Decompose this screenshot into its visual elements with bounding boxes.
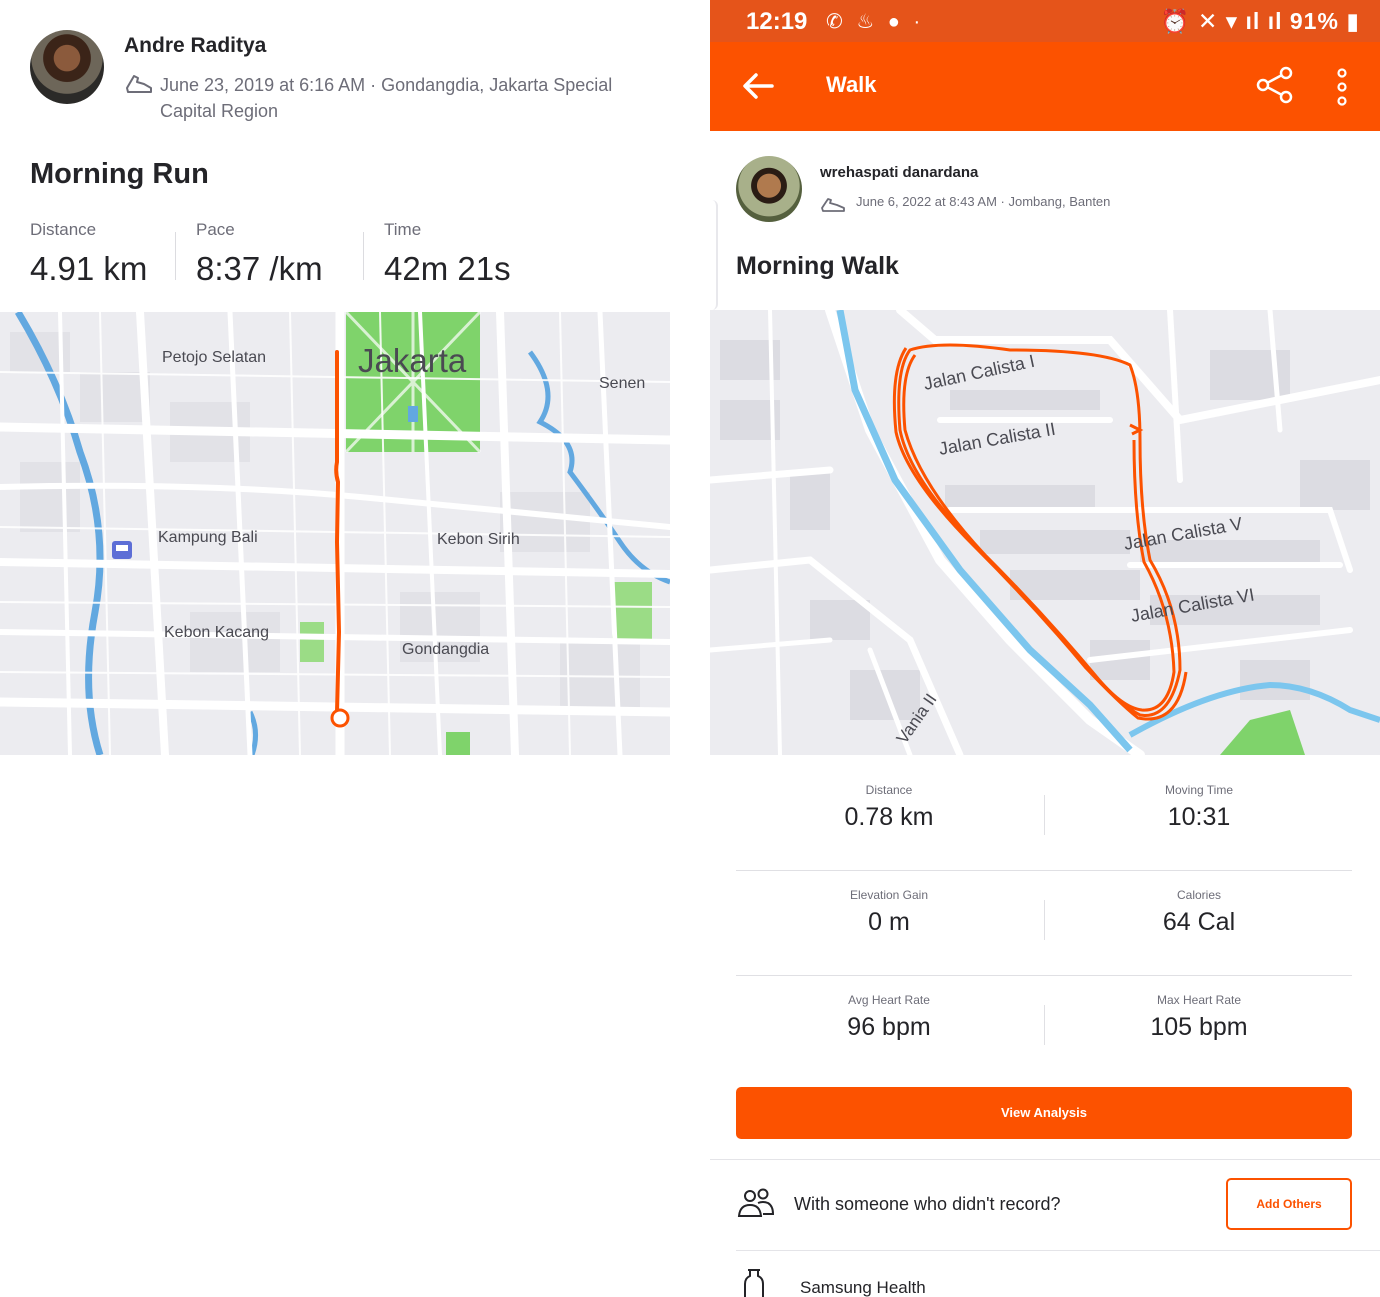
stat-value: 0 m xyxy=(868,908,910,936)
section-divider xyxy=(710,1159,1380,1160)
map-label-petojo: Petojo Selatan xyxy=(162,349,266,366)
stat-value: 105 bpm xyxy=(1150,1013,1248,1041)
stat-label: Time xyxy=(384,220,422,239)
stat-row-divider xyxy=(736,975,1352,976)
people-icon xyxy=(737,1188,775,1217)
battery-level: 91% xyxy=(1289,8,1339,34)
route-map[interactable]: Jalan Calista I Jalan Calista II Jalan C… xyxy=(710,310,1380,755)
share-icon[interactable] xyxy=(1254,64,1296,106)
stat-value: 42m 21s xyxy=(384,250,511,287)
stat-distance: Distance 0.78 km xyxy=(734,783,1044,832)
app-bar-title: Walk xyxy=(826,72,877,97)
more-options-icon[interactable] xyxy=(1330,66,1354,108)
activity-title: Morning Walk xyxy=(736,252,899,280)
left-activity-card: Andre Raditya June 23, 2019 at 6:16 AM ·… xyxy=(0,0,670,755)
stat-value: 96 bpm xyxy=(847,1013,931,1041)
stat-distance: Distance 4.91 km xyxy=(30,220,147,288)
back-arrow-icon[interactable] xyxy=(740,70,776,102)
athlete-name[interactable]: wrehaspati danardana xyxy=(820,164,978,181)
stat-avg-heart-rate: Avg Heart Rate 96 bpm xyxy=(734,993,1044,1042)
activity-title: Morning Run xyxy=(30,158,209,190)
avatar[interactable] xyxy=(736,156,802,222)
stat-time: Time 42m 21s xyxy=(384,220,511,288)
stat-max-heart-rate: Max Heart Rate 105 bpm xyxy=(1044,993,1354,1042)
stat-label: Moving Time xyxy=(1164,783,1234,797)
notification-icons: ✆ ♨ ● · xyxy=(826,11,925,33)
map-label-senen: Senen xyxy=(599,375,645,392)
stat-label: Max Heart Rate xyxy=(1156,993,1242,1007)
stat-elevation-gain: Elevation Gain 0 m xyxy=(734,888,1044,937)
map-label-gondangdia: Gondangdia xyxy=(402,641,489,658)
section-divider xyxy=(736,1250,1380,1251)
route-map[interactable]: Petojo Selatan Jakarta Senen Kampung Bal… xyxy=(0,312,670,755)
add-others-button[interactable]: Add Others xyxy=(1226,1178,1352,1230)
stat-pace: Pace 8:37 /km xyxy=(196,220,323,288)
app-bar: Walk xyxy=(710,42,1380,131)
card-edge xyxy=(710,200,718,310)
stat-label: Calories xyxy=(1176,888,1221,902)
stat-value: 64 Cal xyxy=(1162,908,1236,936)
map-label-kampung-bali: Kampung Bali xyxy=(158,529,258,546)
avatar[interactable] xyxy=(30,30,104,104)
right-activity-screen: 12:19 ✆ ♨ ● · ⏰ ✕ ▾ ıl ıl 91% ▮ Walk wre… xyxy=(710,0,1380,1297)
status-time: 12:19 xyxy=(746,8,808,35)
stat-value: 8:37 /km xyxy=(196,250,323,287)
stat-value: 10:31 xyxy=(1167,803,1231,831)
status-bar: 12:19 ✆ ♨ ● · ⏰ ✕ ▾ ıl ıl 91% ▮ xyxy=(710,0,1380,42)
stat-row-divider xyxy=(736,870,1352,871)
map-label-kebon-sirih: Kebon Sirih xyxy=(437,531,520,548)
stat-divider xyxy=(175,232,176,280)
athlete-name[interactable]: Andre Raditya xyxy=(124,34,266,58)
running-shoe-icon xyxy=(126,75,152,93)
stat-label: Distance xyxy=(865,783,913,797)
activity-meta: June 23, 2019 at 6:16 AM · Gondangdia, J… xyxy=(160,75,613,121)
samsung-health-icon xyxy=(744,1269,764,1297)
samsung-health-label[interactable]: Samsung Health xyxy=(800,1278,926,1297)
stat-label: Elevation Gain xyxy=(849,888,929,902)
stat-label: Avg Heart Rate xyxy=(848,993,930,1007)
stat-moving-time: Moving Time 10:31 xyxy=(1044,783,1354,832)
status-right: ⏰ ✕ ▾ ıl ıl 91% ▮ xyxy=(1161,8,1360,35)
view-analysis-button[interactable]: View Analysis xyxy=(736,1087,1352,1139)
stat-calories: Calories 64 Cal xyxy=(1044,888,1354,937)
battery-icon: ▮ xyxy=(1346,8,1360,34)
with-someone-prompt: With someone who didn't record? xyxy=(794,1194,1061,1214)
activity-meta: June 6, 2022 at 8:43 AM · Jombang, Bante… xyxy=(856,194,1111,209)
stat-divider xyxy=(363,232,364,280)
map-label-city: Jakarta xyxy=(358,342,467,379)
stat-value: 0.78 km xyxy=(844,803,934,831)
stat-label: Pace xyxy=(196,220,235,239)
signal-icon: ⏰ ✕ ▾ ıl ıl xyxy=(1160,8,1290,34)
stat-value: 4.91 km xyxy=(30,250,148,287)
walking-shoe-icon xyxy=(821,198,845,212)
map-label-kebon-kacang: Kebon Kacang xyxy=(164,624,269,641)
stat-label: Distance xyxy=(30,220,97,239)
